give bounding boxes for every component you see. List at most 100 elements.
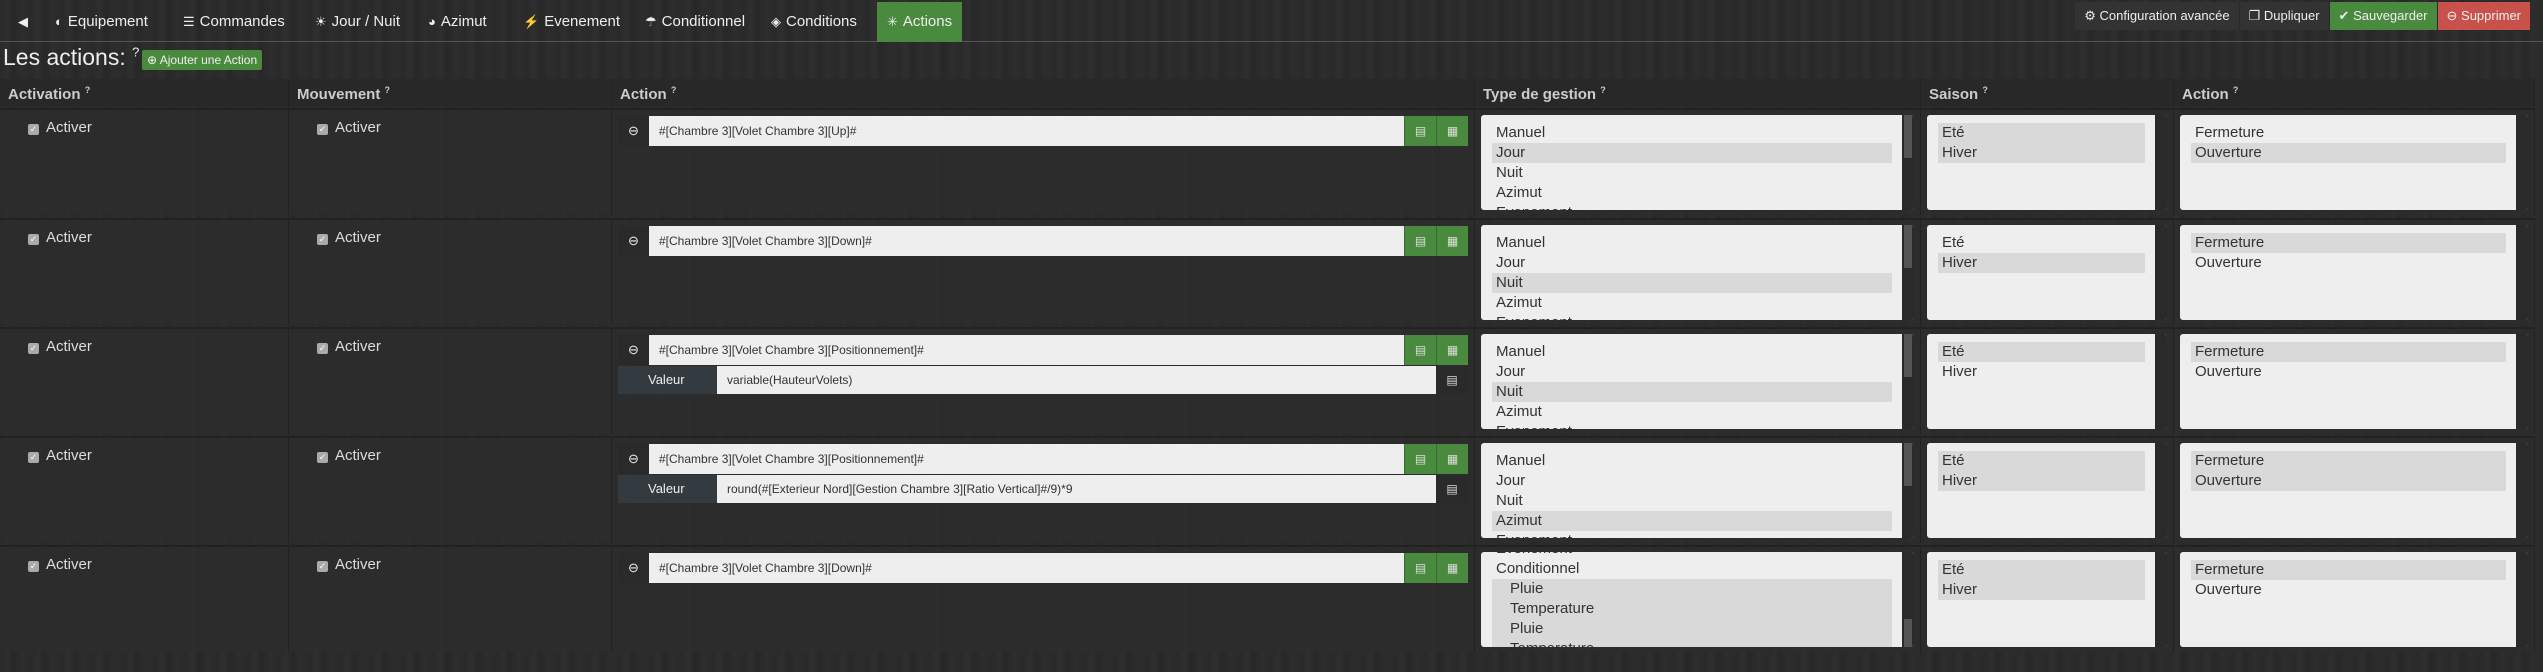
select-variable-button[interactable]: ▤ <box>1436 475 1468 503</box>
mouvement-checkbox[interactable]: ✓ Activer <box>317 447 381 464</box>
list-option[interactable]: Azimut <box>1492 402 1892 422</box>
scrollbar[interactable] <box>2516 334 2528 429</box>
list-option[interactable]: Azimut <box>1492 511 1892 531</box>
list-option[interactable]: Jour <box>1492 143 1892 163</box>
action-type-listbox[interactable]: Fermeture Ouverture <box>2180 334 2528 429</box>
scrollbar[interactable] <box>2516 225 2528 320</box>
activation-checkbox[interactable]: ✓ Activer <box>28 338 92 355</box>
saison-listbox[interactable]: Eté Hiver <box>1927 552 2167 647</box>
help-icon[interactable]: ? <box>85 85 91 95</box>
list-option[interactable]: Ouverture <box>2191 253 2506 273</box>
duplicate-button[interactable]: ❐ Dupliquer <box>2239 2 2330 30</box>
select-equipment-button[interactable]: ▦ <box>1436 116 1468 146</box>
list-option[interactable]: Hiver <box>1938 143 2145 163</box>
command-input[interactable]: #[Chambre 3][Volet Chambre 3][Positionne… <box>649 444 1404 474</box>
scrollbar[interactable] <box>2155 334 2167 429</box>
tab-jour-nuit[interactable]: ☀ Jour / Nuit <box>305 2 410 42</box>
select-command-button[interactable]: ▤ <box>1404 226 1436 256</box>
list-option[interactable]: Jour <box>1492 362 1892 382</box>
list-option[interactable]: Nuit <box>1492 273 1892 293</box>
activation-checkbox[interactable]: ✓ Activer <box>28 447 92 464</box>
list-option[interactable]: Nuit <box>1492 163 1892 183</box>
add-action-button[interactable]: ⊕ Ajouter une Action <box>142 50 263 70</box>
type-listbox[interactable]: ManuelJourNuitAzimutEvenementConditionne… <box>1481 443 1914 538</box>
list-option[interactable]: Evenement <box>1492 203 1892 210</box>
activation-checkbox[interactable]: ✓ Activer <box>28 229 92 246</box>
scrollbar[interactable] <box>2516 552 2528 647</box>
help-icon[interactable]: ? <box>1982 85 1988 95</box>
list-option[interactable]: Evenement <box>1492 552 1892 559</box>
select-command-button[interactable]: ▤ <box>1404 116 1436 146</box>
scrollbar[interactable] <box>2155 552 2167 647</box>
saison-listbox[interactable]: Eté Hiver <box>1927 225 2167 320</box>
scrollbar[interactable] <box>1902 552 1914 647</box>
saison-listbox[interactable]: Eté Hiver <box>1927 443 2167 538</box>
activation-checkbox[interactable]: ✓ Activer <box>28 119 92 136</box>
list-option[interactable]: Jour <box>1492 253 1892 273</box>
command-input[interactable]: #[Chambre 3][Volet Chambre 3][Up]# <box>649 116 1404 146</box>
list-option[interactable]: Evenement <box>1492 313 1892 320</box>
remove-action-button[interactable]: ⊖ <box>618 444 649 474</box>
save-button[interactable]: ✔ Sauvegarder <box>2329 2 2438 30</box>
type-listbox[interactable]: ManuelJourNuitAzimutEvenementConditionne… <box>1481 552 1914 647</box>
command-input[interactable]: #[Chambre 3][Volet Chambre 3][Down]# <box>649 553 1404 583</box>
scrollbar[interactable] <box>2155 115 2167 210</box>
list-option[interactable]: Fermeture <box>2191 560 2506 580</box>
remove-action-button[interactable]: ⊖ <box>618 335 649 365</box>
help-icon[interactable]: ? <box>385 85 391 95</box>
remove-action-button[interactable]: ⊖ <box>618 226 649 256</box>
list-option[interactable]: Manuel <box>1492 342 1892 362</box>
list-option[interactable]: Eté <box>1938 123 2145 143</box>
mouvement-checkbox[interactable]: ✓ Activer <box>317 229 381 246</box>
list-option[interactable]: Ouverture <box>2191 471 2506 491</box>
select-equipment-button[interactable]: ▦ <box>1436 553 1468 583</box>
scrollbar[interactable] <box>2155 225 2167 320</box>
value-input[interactable]: round(#[Exterieur Nord][Gestion Chambre … <box>717 475 1436 503</box>
scrollbar[interactable] <box>2155 443 2167 538</box>
list-option[interactable]: Eté <box>1938 342 2145 362</box>
list-option[interactable]: Evenement <box>1492 531 1892 538</box>
delete-button[interactable]: ⊖ Supprimer <box>2437 2 2531 30</box>
mouvement-checkbox[interactable]: ✓ Activer <box>317 119 381 136</box>
select-command-button[interactable]: ▤ <box>1404 553 1436 583</box>
saison-listbox[interactable]: Eté Hiver <box>1927 334 2167 429</box>
list-option[interactable]: Temperature <box>1492 599 1892 619</box>
list-option[interactable]: Hiver <box>1938 580 2145 600</box>
action-type-listbox[interactable]: Fermeture Ouverture <box>2180 552 2528 647</box>
select-equipment-button[interactable]: ▦ <box>1436 444 1468 474</box>
tab-conditions[interactable]: ◈ Conditions <box>761 2 867 42</box>
list-option[interactable]: Manuel <box>1492 451 1892 471</box>
list-option[interactable]: Fermeture <box>2191 342 2506 362</box>
list-option[interactable]: Evenement <box>1492 422 1892 429</box>
select-equipment-button[interactable]: ▦ <box>1436 335 1468 365</box>
scrollbar[interactable] <box>1902 225 1914 320</box>
list-option[interactable]: Jour <box>1492 471 1892 491</box>
help-icon[interactable]: ? <box>132 44 139 59</box>
list-option[interactable]: Pluie <box>1492 579 1892 599</box>
value-input[interactable]: variable(HauteurVolets) <box>717 366 1436 394</box>
scrollbar[interactable] <box>1902 115 1914 210</box>
list-option[interactable]: Fermeture <box>2191 123 2506 143</box>
select-command-button[interactable]: ▤ <box>1404 444 1436 474</box>
tab-equipement[interactable]: ◐ Equipement <box>45 2 158 42</box>
list-option[interactable]: Hiver <box>1938 253 2145 273</box>
action-type-listbox[interactable]: Fermeture Ouverture <box>2180 443 2528 538</box>
help-icon[interactable]: ? <box>2233 85 2239 95</box>
scrollbar[interactable] <box>1902 443 1914 538</box>
list-option[interactable]: Nuit <box>1492 382 1892 402</box>
saison-listbox[interactable]: Eté Hiver <box>1927 115 2167 210</box>
list-option[interactable]: Azimut <box>1492 183 1892 203</box>
tab-actions[interactable]: ✳ Actions <box>877 2 963 42</box>
tab-evenement[interactable]: ⚡ Evenement <box>513 2 630 42</box>
list-option[interactable]: Ouverture <box>2191 362 2506 382</box>
action-type-listbox[interactable]: Fermeture Ouverture <box>2180 115 2528 210</box>
list-option[interactable]: Hiver <box>1938 471 2145 491</box>
scrollbar[interactable] <box>2516 115 2528 210</box>
type-listbox[interactable]: ManuelJourNuitAzimutEvenementConditionne… <box>1481 225 1914 320</box>
list-option[interactable]: Eté <box>1938 233 2145 253</box>
list-option[interactable]: Conditionnel <box>1492 559 1892 579</box>
list-option[interactable]: Fermeture <box>2191 233 2506 253</box>
activation-checkbox[interactable]: ✓ Activer <box>28 556 92 573</box>
remove-action-button[interactable]: ⊖ <box>618 553 649 583</box>
list-option[interactable]: Fermeture <box>2191 451 2506 471</box>
